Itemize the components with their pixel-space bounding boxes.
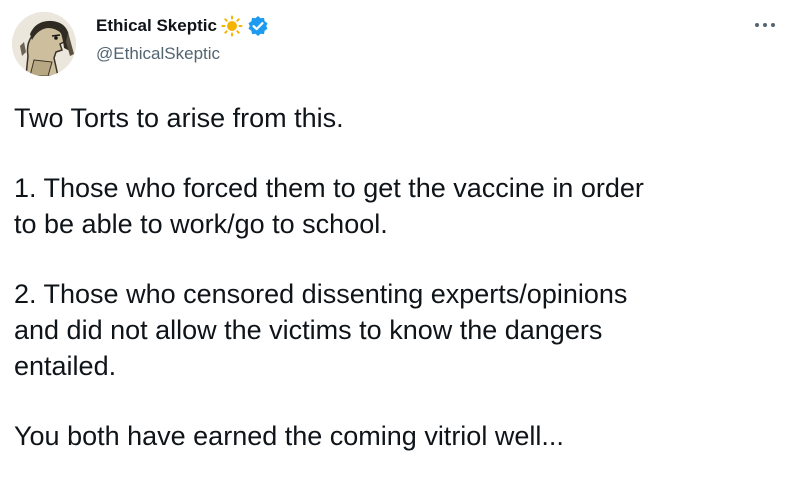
tweet-line: 2. Those who censored dissenting experts…: [14, 279, 628, 309]
tweet-line: Two Torts to arise from this.: [14, 103, 344, 133]
handle[interactable]: @EthicalSkeptic: [96, 44, 269, 64]
verified-badge-icon[interactable]: [247, 15, 269, 37]
tweet-card: Ethical Skeptic @EthicalSkeptic Two Tort…: [0, 0, 795, 487]
tweet-line: You both have earned the coming vitriol …: [14, 421, 564, 451]
author-block: Ethical Skeptic @EthicalSkeptic: [96, 14, 269, 64]
more-options-button[interactable]: [751, 14, 779, 34]
tweet-line: and did not allow the victims to know th…: [14, 315, 603, 345]
avatar[interactable]: [12, 12, 76, 76]
name-row: Ethical Skeptic: [96, 14, 269, 38]
tweet-line: 1. Those who forced them to get the vacc…: [14, 173, 644, 203]
tweet-line: to be able to work/go to school.: [14, 209, 388, 239]
tweet-text: Two Torts to arise from this. 1. Those w…: [14, 100, 784, 454]
sun-icon: [221, 15, 243, 37]
tweet-line: entailed.: [14, 351, 117, 381]
more-options-icon: [754, 15, 776, 33]
display-name[interactable]: Ethical Skeptic: [96, 16, 217, 36]
